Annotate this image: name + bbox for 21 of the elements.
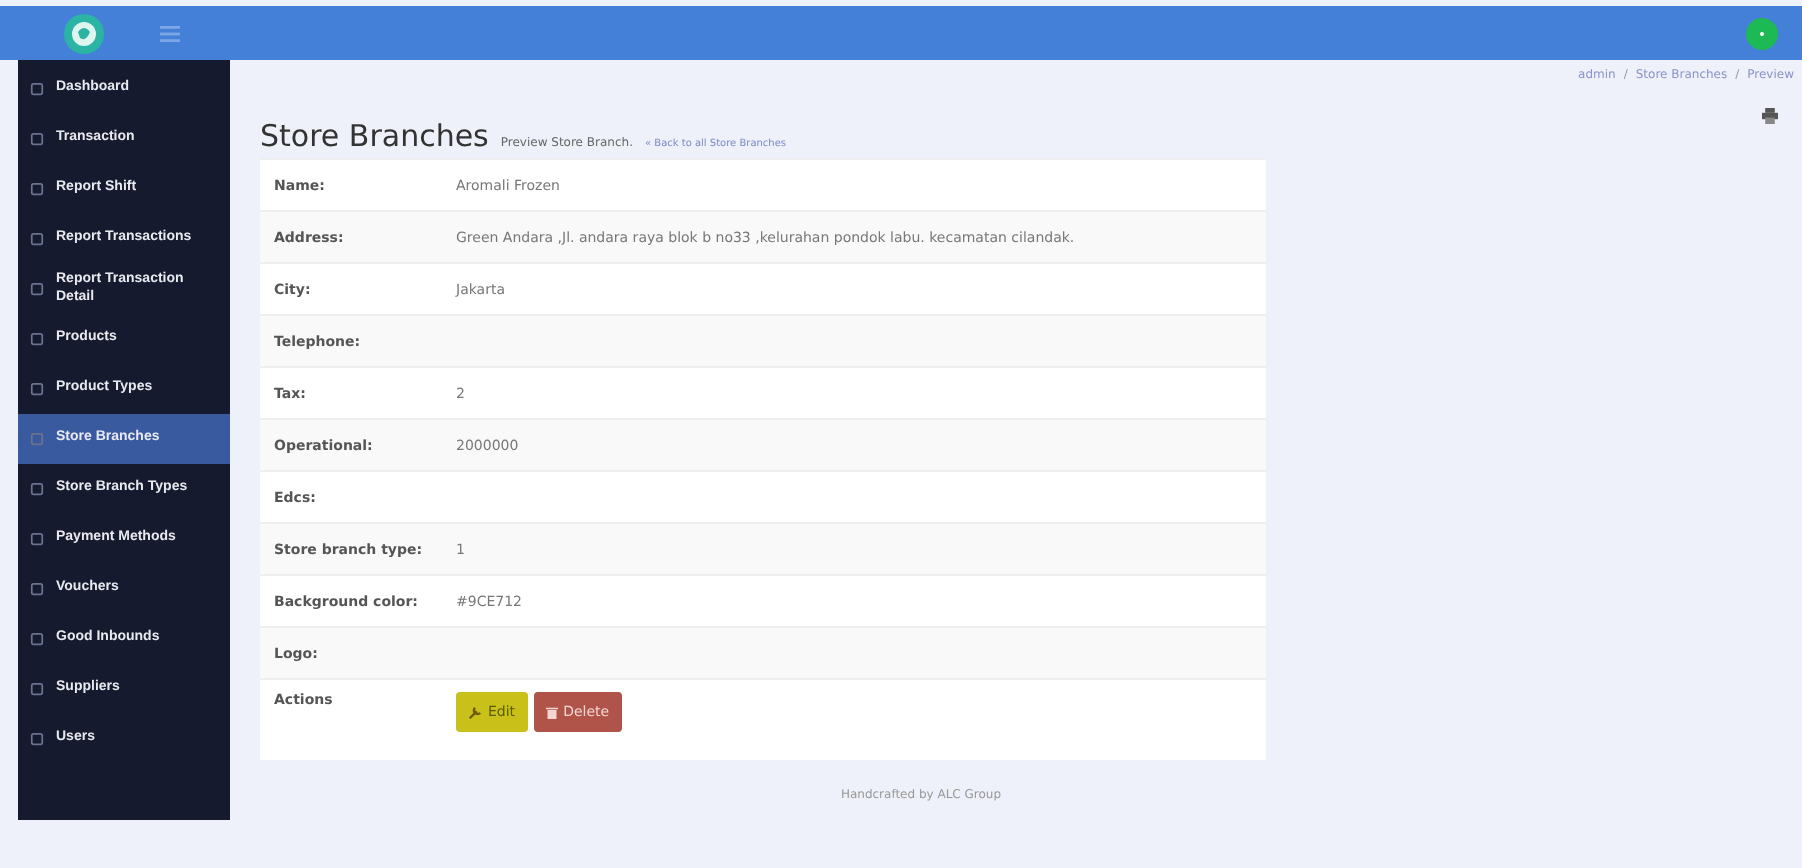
square-icon bbox=[30, 482, 44, 496]
square-icon bbox=[30, 732, 44, 746]
square-icon bbox=[30, 332, 44, 346]
trash-icon bbox=[545, 705, 558, 719]
square-icon bbox=[30, 682, 44, 696]
logo-icon bbox=[64, 13, 104, 53]
wrench-icon bbox=[468, 705, 482, 719]
menu-icon[interactable] bbox=[160, 25, 180, 41]
square-icon bbox=[30, 282, 44, 296]
square-icon bbox=[30, 532, 44, 546]
square-icon bbox=[30, 232, 44, 246]
square-icon bbox=[30, 632, 44, 646]
avatar-icon[interactable] bbox=[1746, 17, 1778, 49]
page-title: Store Branches bbox=[260, 118, 489, 154]
square-icon bbox=[30, 432, 44, 446]
square-icon bbox=[30, 182, 44, 196]
square-icon bbox=[30, 382, 44, 396]
print-icon[interactable] bbox=[1762, 108, 1778, 124]
square-icon bbox=[30, 132, 44, 146]
square-icon bbox=[30, 82, 44, 96]
square-icon bbox=[30, 582, 44, 596]
